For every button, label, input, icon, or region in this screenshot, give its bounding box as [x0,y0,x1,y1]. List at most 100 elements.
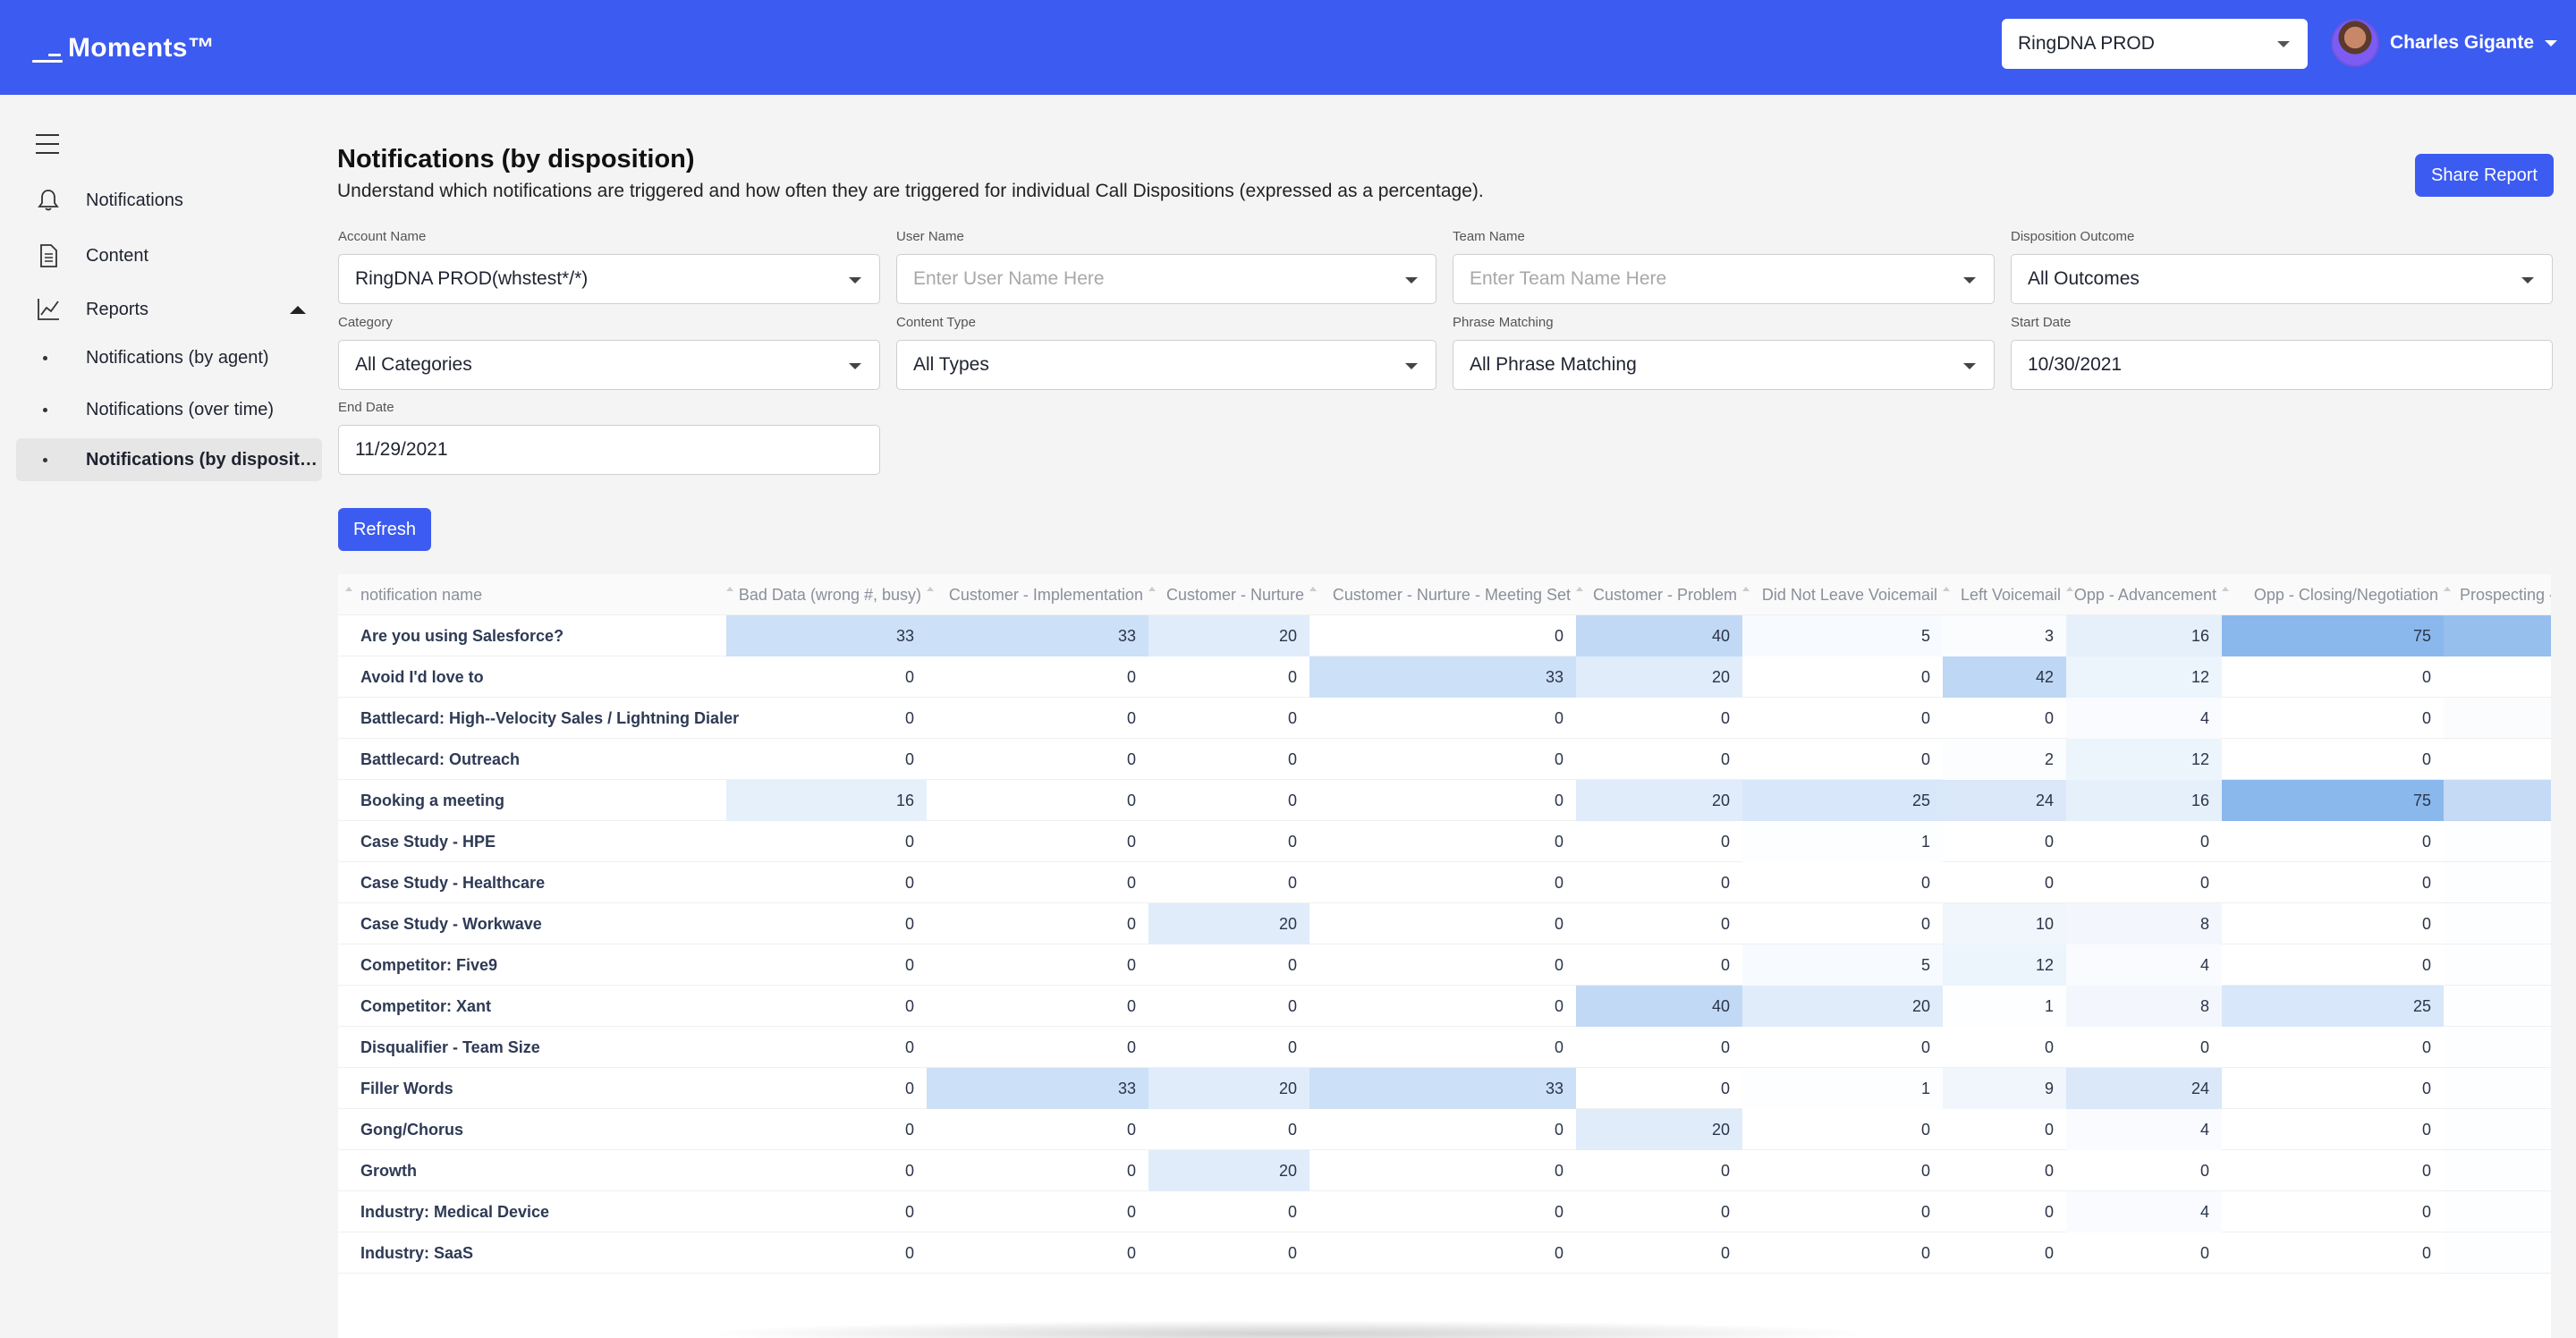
sort-icon[interactable] [2222,587,2229,591]
table-row[interactable]: Competitor: Five9 0 0 0 0 0 5 12 4 0 [338,944,2551,986]
value-cell-clipped [2444,903,2551,944]
content-type-select[interactable]: All Types [896,340,1436,390]
value-cell: 0 [1554,996,1563,1015]
sort-icon[interactable] [2066,587,2073,591]
value-cell: 0 [904,955,914,974]
column-header[interactable]: Did Not Leave Voicemail [1742,574,1943,615]
top-bar: Moments™ RingDNA PROD Charles Gigante [0,0,2576,95]
sidebar-item-notifications[interactable]: Notifications [0,181,331,220]
column-header[interactable]: notification name [338,574,726,615]
value-cell: 0 [2044,1161,2054,1180]
sort-icon[interactable] [1943,587,1950,591]
value-cell: 20 [1148,615,1309,656]
value-cell: 0 [2199,1037,2209,1056]
sort-icon[interactable] [1148,587,1156,591]
phrase-matching-select[interactable]: All Phrase Matching [1453,340,1995,390]
table-row[interactable]: Avoid I'd love to 0 0 0 33 20 0 42 12 0 [338,656,2551,698]
column-header[interactable]: Opp - Advancement [2066,574,2222,615]
sort-icon[interactable] [1742,587,1750,591]
column-header[interactable]: Opp - Closing/Negotiation [2222,574,2444,615]
value-cell: 12 [1943,944,2066,986]
table-row[interactable]: Growth 0 0 20 0 0 0 0 0 0 [338,1150,2551,1191]
column-header-label: Customer - Implementation [948,585,1143,604]
sidebar-subitem-over-time[interactable]: Notifications (over time) [16,388,322,431]
sidebar-subitem-by-disposition[interactable]: Notifications (by disposition) [16,438,322,481]
value-cell: 0 [2199,1161,2209,1180]
value-cell: 0 [2421,708,2431,727]
sidebar-item-reports[interactable]: Reports [0,290,331,329]
value-cell: 0 [904,1037,914,1056]
sort-icon[interactable] [345,587,352,591]
column-header[interactable]: Left Voicemail [1943,574,2066,615]
value-cell: 5 [1742,615,1943,656]
value-cell: 1 [1742,1068,1943,1109]
table-row[interactable]: Disqualifier - Team Size 0 0 0 0 0 0 0 0 0 [338,1027,2551,1068]
team-name-input[interactable]: Enter Team Name Here [1453,254,1995,304]
column-header[interactable]: Customer - Nurture [1148,574,1309,615]
chevron-up-icon[interactable] [290,306,306,314]
table-row[interactable]: Battlecard: Outreach 0 0 0 0 0 0 2 12 0 [338,739,2551,780]
table-row[interactable]: Booking a meeting 16 0 0 0 20 25 24 16 75 [338,780,2551,821]
refresh-button[interactable]: Refresh [338,508,431,551]
sort-icon[interactable] [726,587,733,591]
app-logo[interactable]: Moments™ [32,30,215,66]
sort-icon[interactable] [927,587,934,591]
table-row[interactable]: Gong/Chorus 0 0 0 0 20 0 0 4 0 [338,1109,2551,1150]
account-name-select[interactable]: RingDNA PROD(whstest*/*) [338,254,880,304]
user-name-input[interactable]: Enter User Name Here [896,254,1436,304]
sidebar-item-label: Notifications [86,190,183,210]
table-row[interactable]: Battlecard: High--Velocity Sales / Light… [338,698,2551,739]
value-cell-clipped [2444,1150,2551,1191]
table-row[interactable]: Competitor: Xant 0 0 0 0 40 20 1 8 25 [338,986,2551,1027]
column-header[interactable]: Customer - Nurture - Meeting Set [1309,574,1576,615]
disposition-table: notification name Bad Data (wrong #, busy… [338,574,2551,1338]
category-select[interactable]: All Categories [338,340,880,390]
value-cell-clipped [2444,1027,2551,1068]
value-cell: 0 [2044,873,2054,892]
column-header[interactable]: Customer - Problem [1576,574,1742,615]
value-cell: 40 [1576,615,1742,656]
value-cell: 0 [1720,1037,1730,1056]
column-header[interactable]: Bad Data (wrong #, busy) [726,574,927,615]
value-cell-clipped [2444,862,2551,903]
value-cell: 12 [2066,656,2222,698]
user-menu[interactable]: Charles Gigante [2331,18,2558,68]
table-row[interactable]: Case Study - Healthcare 0 0 0 0 0 0 0 0 0 [338,862,2551,903]
value-cell: 0 [1720,708,1730,727]
value-cell: 0 [1720,955,1730,974]
value-cell: 0 [1287,832,1297,851]
sidebar-item-content[interactable]: Content [0,236,331,275]
table-row[interactable]: Case Study - Workwave 0 0 20 0 0 0 10 8 0 [338,903,2551,944]
notification-name-cell: Case Study - Workwave [360,914,542,933]
chevron-down-icon [849,363,861,369]
table-row[interactable]: Industry: SaaS 0 0 0 0 0 0 0 0 0 [338,1232,2551,1274]
table-row[interactable]: Case Study - HPE 0 0 0 0 0 1 0 0 0 [338,821,2551,862]
column-header[interactable]: Prospecting - [2444,574,2551,615]
column-header[interactable]: Customer - Implementation [927,574,1148,615]
table-row[interactable]: Are you using Salesforce? 33 33 20 0 40 5 3 16 75 [338,615,2551,656]
notification-name-cell: Are you using Salesforce? [360,626,564,645]
value-cell: 0 [1920,1243,1930,1262]
value-cell: 33 [726,615,927,656]
sort-icon[interactable] [1576,587,1583,591]
start-date-input[interactable]: 10/30/2021 [2011,340,2553,390]
disposition-outcome-select[interactable]: All Outcomes [2011,254,2553,304]
table-row[interactable]: Industry: Medical Device 0 0 0 0 0 0 0 4 0 [338,1191,2551,1232]
value-cell: 0 [2421,1037,2431,1056]
notification-name-cell: Case Study - Healthcare [360,873,546,892]
sort-icon[interactable] [1309,587,1317,591]
menu-icon[interactable] [36,134,59,154]
end-date-input[interactable]: 11/29/2021 [338,425,880,475]
avatar [2331,19,2379,67]
table-row[interactable]: Filler Words 0 33 20 33 0 1 9 24 0 [338,1068,2551,1109]
org-select[interactable]: RingDNA PROD [2002,19,2308,69]
value-cell: 0 [1920,873,1930,892]
value-cell-clipped [2444,780,2551,821]
bullet-icon [43,407,47,412]
sort-icon[interactable] [2444,587,2451,591]
value-cell: 0 [2044,708,2054,727]
sidebar-subitem-by-agent[interactable]: Notifications (by agent) [16,336,322,379]
value-cell: 0 [1287,791,1297,809]
share-report-button[interactable]: Share Report [2415,154,2554,197]
user-name: Charles Gigante [2390,32,2535,53]
